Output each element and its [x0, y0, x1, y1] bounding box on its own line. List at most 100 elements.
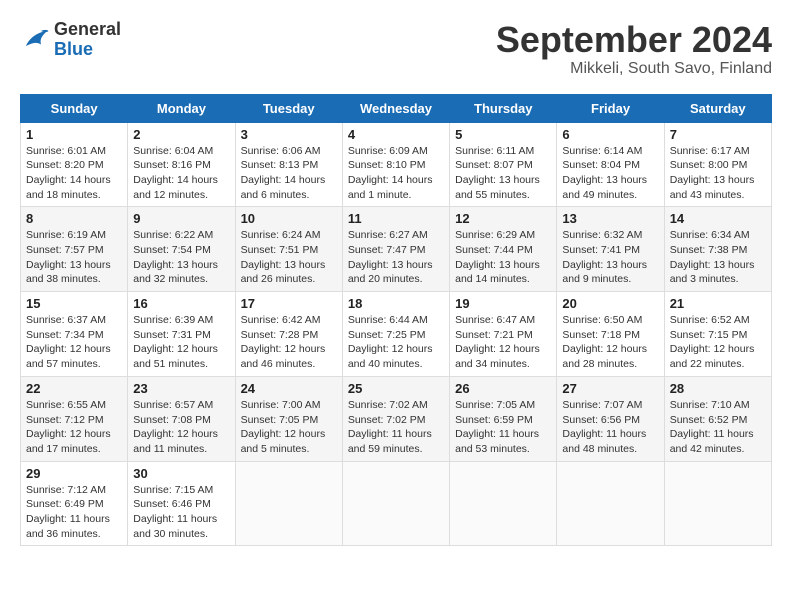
day-info: Sunrise: 6:04 AMSunset: 8:16 PMDaylight:… [133, 144, 229, 203]
day-number: 18 [348, 296, 444, 311]
calendar-week-row: 15 Sunrise: 6:37 AMSunset: 7:34 PMDayligh… [21, 292, 772, 377]
calendar-cell: 18 Sunrise: 6:44 AMSunset: 7:25 PMDayligh… [342, 292, 449, 377]
day-info: Sunrise: 6:57 AMSunset: 7:08 PMDaylight:… [133, 398, 229, 457]
day-info: Sunrise: 6:47 AMSunset: 7:21 PMDaylight:… [455, 313, 551, 372]
day-info: Sunrise: 7:05 AMSunset: 6:59 PMDaylight:… [455, 398, 551, 457]
calendar-header-friday: Friday [557, 94, 664, 122]
calendar-week-row: 29Sunrise: 7:12 AMSunset: 6:49 PMDayligh… [21, 461, 772, 546]
calendar-header-wednesday: Wednesday [342, 94, 449, 122]
calendar-cell: 25 Sunrise: 7:02 AMSunset: 7:02 PMDayligh… [342, 376, 449, 461]
day-info: Sunrise: 7:10 AMSunset: 6:52 PMDaylight:… [670, 398, 766, 457]
day-info: Sunrise: 7:15 AMSunset: 6:46 PMDaylight:… [133, 483, 229, 542]
day-number: 9 [133, 211, 229, 226]
day-number: 22 [26, 381, 122, 396]
day-number: 6 [562, 127, 658, 142]
day-number: 24 [241, 381, 337, 396]
logo-bird-icon [20, 25, 50, 55]
day-info: Sunrise: 6:52 AMSunset: 7:15 PMDaylight:… [670, 313, 766, 372]
day-info: Sunrise: 6:11 AMSunset: 8:07 PMDaylight:… [455, 144, 551, 203]
calendar-cell: 5Sunrise: 6:11 AMSunset: 8:07 PMDaylight… [450, 122, 557, 207]
calendar-cell: 14 Sunrise: 6:34 AMSunset: 7:38 PMDayligh… [664, 207, 771, 292]
calendar-week-row: 8Sunrise: 6:19 AMSunset: 7:57 PMDaylight… [21, 207, 772, 292]
day-number: 27 [562, 381, 658, 396]
calendar-header-row: SundayMondayTuesdayWednesdayThursdayFrid… [21, 94, 772, 122]
logo-blue: Blue [54, 40, 121, 60]
day-info: Sunrise: 6:39 AMSunset: 7:31 PMDaylight:… [133, 313, 229, 372]
calendar-cell: 22 Sunrise: 6:55 AMSunset: 7:12 PMDayligh… [21, 376, 128, 461]
calendar-cell: 17 Sunrise: 6:42 AMSunset: 7:28 PMDayligh… [235, 292, 342, 377]
calendar-table: SundayMondayTuesdayWednesdayThursdayFrid… [20, 94, 772, 547]
day-info: Sunrise: 6:17 AMSunset: 8:00 PMDaylight:… [670, 144, 766, 203]
day-number: 26 [455, 381, 551, 396]
logo-general: General [54, 20, 121, 40]
calendar-week-row: 1Sunrise: 6:01 AMSunset: 8:20 PMDaylight… [21, 122, 772, 207]
page-header: General Blue September 2024 Mikkeli, Sou… [20, 20, 772, 78]
calendar-cell: 1Sunrise: 6:01 AMSunset: 8:20 PMDaylight… [21, 122, 128, 207]
title-area: September 2024 Mikkeli, South Savo, Finl… [496, 20, 772, 78]
subtitle: Mikkeli, South Savo, Finland [496, 60, 772, 78]
day-info: Sunrise: 6:09 AMSunset: 8:10 PMDaylight:… [348, 144, 444, 203]
calendar-cell [342, 461, 449, 546]
day-number: 19 [455, 296, 551, 311]
calendar-header-tuesday: Tuesday [235, 94, 342, 122]
calendar-week-row: 22 Sunrise: 6:55 AMSunset: 7:12 PMDayligh… [21, 376, 772, 461]
day-info: Sunrise: 7:12 AMSunset: 6:49 PMDaylight:… [26, 483, 122, 542]
calendar-cell: 13 Sunrise: 6:32 AMSunset: 7:41 PMDayligh… [557, 207, 664, 292]
calendar-cell: 27 Sunrise: 7:07 AMSunset: 6:56 PMDayligh… [557, 376, 664, 461]
day-number: 20 [562, 296, 658, 311]
day-number: 14 [670, 211, 766, 226]
calendar-header-sunday: Sunday [21, 94, 128, 122]
day-number: 25 [348, 381, 444, 396]
day-info: Sunrise: 6:37 AMSunset: 7:34 PMDaylight:… [26, 313, 122, 372]
day-info: Sunrise: 6:42 AMSunset: 7:28 PMDaylight:… [241, 313, 337, 372]
calendar-cell: 15 Sunrise: 6:37 AMSunset: 7:34 PMDayligh… [21, 292, 128, 377]
calendar-cell: 11Sunrise: 6:27 AMSunset: 7:47 PMDayligh… [342, 207, 449, 292]
calendar-cell: 23Sunrise: 6:57 AMSunset: 7:08 PMDayligh… [128, 376, 235, 461]
day-number: 17 [241, 296, 337, 311]
day-number: 11 [348, 211, 444, 226]
calendar-cell: 12Sunrise: 6:29 AMSunset: 7:44 PMDayligh… [450, 207, 557, 292]
day-info: Sunrise: 7:07 AMSunset: 6:56 PMDaylight:… [562, 398, 658, 457]
main-title: September 2024 [496, 20, 772, 60]
day-number: 2 [133, 127, 229, 142]
day-info: Sunrise: 6:14 AMSunset: 8:04 PMDaylight:… [562, 144, 658, 203]
day-number: 16 [133, 296, 229, 311]
calendar-cell: 29Sunrise: 7:12 AMSunset: 6:49 PMDayligh… [21, 461, 128, 546]
calendar-cell: 2 Sunrise: 6:04 AMSunset: 8:16 PMDaylight… [128, 122, 235, 207]
day-info: Sunrise: 6:55 AMSunset: 7:12 PMDaylight:… [26, 398, 122, 457]
calendar-cell: 6 Sunrise: 6:14 AMSunset: 8:04 PMDaylight… [557, 122, 664, 207]
calendar-cell: 4 Sunrise: 6:09 AMSunset: 8:10 PMDaylight… [342, 122, 449, 207]
day-number: 3 [241, 127, 337, 142]
logo: General Blue [20, 20, 121, 60]
day-number: 8 [26, 211, 122, 226]
calendar-cell: 30 Sunrise: 7:15 AMSunset: 6:46 PMDayligh… [128, 461, 235, 546]
day-info: Sunrise: 7:00 AMSunset: 7:05 PMDaylight:… [241, 398, 337, 457]
day-number: 13 [562, 211, 658, 226]
day-info: Sunrise: 6:32 AMSunset: 7:41 PMDaylight:… [562, 228, 658, 287]
calendar-header-thursday: Thursday [450, 94, 557, 122]
day-info: Sunrise: 6:50 AMSunset: 7:18 PMDaylight:… [562, 313, 658, 372]
calendar-cell: 9 Sunrise: 6:22 AMSunset: 7:54 PMDaylight… [128, 207, 235, 292]
calendar-cell: 26 Sunrise: 7:05 AMSunset: 6:59 PMDayligh… [450, 376, 557, 461]
day-number: 30 [133, 466, 229, 481]
day-number: 1 [26, 127, 122, 142]
day-info: Sunrise: 6:22 AMSunset: 7:54 PMDaylight:… [133, 228, 229, 287]
logo-text: General Blue [54, 20, 121, 60]
calendar-cell: 8Sunrise: 6:19 AMSunset: 7:57 PMDaylight… [21, 207, 128, 292]
calendar-cell: 19 Sunrise: 6:47 AMSunset: 7:21 PMDayligh… [450, 292, 557, 377]
calendar-cell: 28Sunrise: 7:10 AMSunset: 6:52 PMDayligh… [664, 376, 771, 461]
calendar-cell: 24 Sunrise: 7:00 AMSunset: 7:05 PMDayligh… [235, 376, 342, 461]
calendar-cell [664, 461, 771, 546]
calendar-cell: 16 Sunrise: 6:39 AMSunset: 7:31 PMDayligh… [128, 292, 235, 377]
day-info: Sunrise: 6:34 AMSunset: 7:38 PMDaylight:… [670, 228, 766, 287]
day-info: Sunrise: 6:24 AMSunset: 7:51 PMDaylight:… [241, 228, 337, 287]
calendar-cell: 20 Sunrise: 6:50 AMSunset: 7:18 PMDayligh… [557, 292, 664, 377]
day-number: 21 [670, 296, 766, 311]
calendar-cell [450, 461, 557, 546]
calendar-cell: 10 Sunrise: 6:24 AMSunset: 7:51 PMDayligh… [235, 207, 342, 292]
day-number: 10 [241, 211, 337, 226]
day-info: Sunrise: 7:02 AMSunset: 7:02 PMDaylight:… [348, 398, 444, 457]
day-number: 15 [26, 296, 122, 311]
day-info: Sunrise: 6:44 AMSunset: 7:25 PMDaylight:… [348, 313, 444, 372]
day-number: 4 [348, 127, 444, 142]
